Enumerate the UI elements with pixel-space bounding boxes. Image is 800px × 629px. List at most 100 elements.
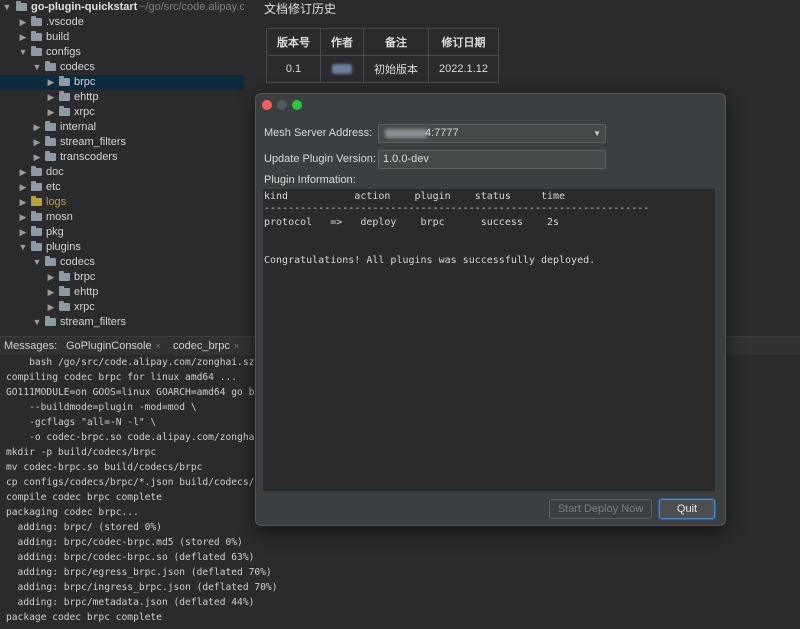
console-line: --buildmode=plugin -mod=mod \ bbox=[6, 402, 197, 413]
folder-icon bbox=[59, 106, 70, 116]
chevron-down-icon[interactable]: ▼ bbox=[18, 45, 28, 60]
tree-item-label: xrpc bbox=[74, 301, 95, 313]
console-line: adding: brpc/egress_brpc.json (deflated … bbox=[6, 567, 272, 578]
tree-item[interactable]: ▶ ehttp bbox=[0, 90, 244, 105]
tree-item[interactable]: ▼ plugins bbox=[0, 240, 244, 255]
chevron-down-icon[interactable]: ▼ bbox=[593, 125, 601, 142]
console-line: adding: brpc/codec-brpc.so (deflated 63%… bbox=[6, 552, 255, 563]
chevron-right-icon[interactable]: ▶ bbox=[32, 150, 42, 165]
chevron-right-icon[interactable]: ▶ bbox=[32, 120, 42, 135]
plugin-version-label: Update Plugin Version: bbox=[264, 153, 376, 165]
folder-icon bbox=[59, 286, 70, 296]
chevron-down-icon[interactable]: ▼ bbox=[32, 315, 42, 330]
folder-icon bbox=[59, 91, 70, 101]
tree-item[interactable]: ▶ transcoders bbox=[0, 150, 244, 165]
chevron-right-icon[interactable]: ▶ bbox=[46, 300, 56, 315]
redacted-author bbox=[332, 64, 352, 75]
chevron-right-icon[interactable]: ▶ bbox=[32, 135, 42, 150]
info-result-row: protocol => deploy brpc success 2s bbox=[264, 217, 560, 228]
quit-button[interactable]: Quit bbox=[659, 499, 715, 519]
server-address-value: 4:7777 bbox=[425, 127, 459, 139]
tree-item[interactable]: ▼ codecs bbox=[0, 255, 244, 270]
tree-item-label: etc bbox=[46, 181, 61, 193]
project-tree: ▼ go-plugin-quickstart ~/go/src/code.ali… bbox=[0, 0, 244, 336]
tree-item[interactable]: ▼ codecs bbox=[0, 60, 244, 75]
plugin-info-textarea[interactable]: kind action plugin status time ---------… bbox=[263, 189, 715, 491]
tree-item[interactable]: ▼ stream_filters bbox=[0, 315, 244, 330]
tree-root-label: go-plugin-quickstart bbox=[31, 1, 138, 13]
console-line: mv codec-brpc.so build/codecs/brpc bbox=[6, 462, 203, 473]
chevron-right-icon[interactable]: ▶ bbox=[18, 180, 28, 195]
cell-date: 2022.1.12 bbox=[428, 55, 499, 83]
tree-item-label: ehttp bbox=[74, 91, 99, 103]
chevron-down-icon[interactable]: ▼ bbox=[32, 255, 42, 270]
tree-item[interactable]: ▶ logs bbox=[0, 195, 244, 210]
tree-item[interactable]: ▶ build bbox=[0, 30, 244, 45]
console-line: compile codec brpc complete bbox=[6, 492, 162, 503]
chevron-right-icon[interactable]: ▶ bbox=[18, 210, 28, 225]
folder-icon bbox=[45, 256, 56, 266]
chevron-right-icon[interactable]: ▶ bbox=[18, 30, 28, 45]
console-line: adding: brpc/metadata.json (deflated 44%… bbox=[6, 597, 255, 608]
folder-icon bbox=[31, 196, 42, 206]
tree-item[interactable]: ▶ mosn bbox=[0, 210, 244, 225]
console-line: compiling codec brpc for linux amd64 ... bbox=[6, 372, 238, 383]
folder-icon bbox=[45, 61, 56, 71]
chevron-right-icon[interactable]: ▶ bbox=[18, 225, 28, 240]
tree-item[interactable]: ▶ xrpc bbox=[0, 300, 244, 315]
close-icon[interactable]: × bbox=[234, 341, 239, 351]
close-window-button[interactable] bbox=[262, 100, 272, 110]
cell-version: 0.1 bbox=[266, 55, 321, 83]
info-separator-line: ----------------------------------------… bbox=[264, 203, 650, 214]
tree-item[interactable]: ▶ pkg bbox=[0, 225, 244, 240]
chevron-down-icon[interactable]: ▼ bbox=[18, 240, 28, 255]
minimize-window-button[interactable] bbox=[277, 100, 287, 110]
tree-item[interactable]: ▼ configs bbox=[0, 45, 244, 60]
tab-label: GoPluginConsole bbox=[66, 340, 152, 352]
tab-codec-brpc[interactable]: codec_brpc × bbox=[173, 337, 239, 356]
server-address-select[interactable]: 4:7777 ▼ bbox=[378, 124, 606, 143]
server-address-label: Mesh Server Address: bbox=[264, 127, 373, 139]
console-line: adding: brpc/ (stored 0%) bbox=[6, 522, 162, 533]
tree-item-label: pkg bbox=[46, 226, 64, 238]
chevron-right-icon[interactable]: ▶ bbox=[18, 15, 28, 30]
chevron-down-icon[interactable]: ▼ bbox=[2, 0, 12, 15]
chevron-right-icon[interactable]: ▶ bbox=[46, 90, 56, 105]
tree-item-label: brpc bbox=[74, 76, 96, 88]
chevron-right-icon[interactable]: ▶ bbox=[46, 105, 56, 120]
tree-item[interactable]: ▶ stream_filters bbox=[0, 135, 244, 150]
tree-item[interactable]: ▶ doc bbox=[0, 165, 244, 180]
start-deploy-button[interactable]: Start Deploy Now bbox=[549, 499, 652, 519]
tree-item-label: codecs bbox=[60, 256, 95, 268]
tree-item[interactable]: ▶ .vscode bbox=[0, 15, 244, 30]
chevron-right-icon[interactable]: ▶ bbox=[18, 165, 28, 180]
tree-item[interactable]: ▶ etc bbox=[0, 180, 244, 195]
close-icon[interactable]: × bbox=[156, 341, 161, 351]
plugin-version-value: 1.0.0-dev bbox=[383, 153, 429, 165]
chevron-right-icon[interactable]: ▶ bbox=[18, 195, 28, 210]
folder-icon bbox=[59, 301, 70, 311]
info-success-message: Congratulations! All plugins was success… bbox=[264, 255, 596, 266]
tree-item[interactable]: ▶ brpc bbox=[0, 270, 244, 285]
tree-item[interactable]: ▶ brpc bbox=[0, 75, 244, 90]
tree-item[interactable]: ▶ internal bbox=[0, 120, 244, 135]
tree-item-label: stream_filters bbox=[60, 136, 127, 148]
console-line: package codec brpc complete bbox=[6, 612, 162, 623]
folder-icon bbox=[31, 46, 42, 56]
folder-icon bbox=[45, 121, 56, 131]
tree-item-label: ehttp bbox=[74, 286, 99, 298]
plugin-info-label: Plugin Information: bbox=[264, 174, 356, 186]
col-header-date: 修订日期 bbox=[428, 28, 499, 56]
zoom-window-button[interactable] bbox=[292, 100, 302, 110]
console-line: adding: brpc/codec-brpc.md5 (stored 0%) bbox=[6, 537, 243, 548]
tree-item-label: transcoders bbox=[60, 151, 118, 163]
chevron-right-icon[interactable]: ▶ bbox=[46, 285, 56, 300]
chevron-right-icon[interactable]: ▶ bbox=[46, 75, 56, 90]
col-header-version: 版本号 bbox=[266, 28, 321, 56]
chevron-down-icon[interactable]: ▼ bbox=[32, 60, 42, 75]
plugin-version-input[interactable]: 1.0.0-dev bbox=[378, 150, 606, 169]
tree-root[interactable]: ▼ go-plugin-quickstart ~/go/src/code.ali… bbox=[0, 0, 244, 15]
chevron-right-icon[interactable]: ▶ bbox=[46, 270, 56, 285]
tree-item[interactable]: ▶ ehttp bbox=[0, 285, 244, 300]
tree-item[interactable]: ▶ xrpc bbox=[0, 105, 244, 120]
